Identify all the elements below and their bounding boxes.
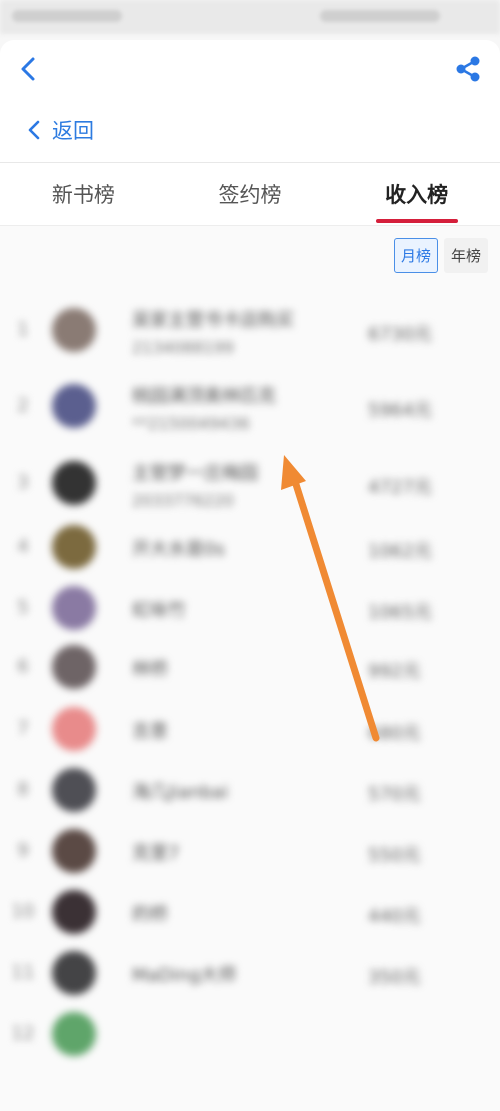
status-bar-right-blob xyxy=(320,10,440,22)
income-amount: 440元 xyxy=(368,906,421,927)
rank-number: 10 xyxy=(11,901,35,922)
page-content: 返回 新书榜 签约榜 收入榜 月榜 年榜 1 吴家主营书卡店购买 213408819… xyxy=(0,98,500,1111)
income-amount: 1065元 xyxy=(368,602,432,623)
ranking-row[interactable]: 4 开大水是0s 1062元 xyxy=(0,519,500,589)
ranking-row[interactable]: 7 吉意 680元 xyxy=(0,701,500,771)
income-amount: 5964元 xyxy=(368,400,432,421)
monthly-button[interactable]: 月榜 xyxy=(393,238,438,273)
rank-number: 12 xyxy=(11,1023,35,1044)
rank-number: 4 xyxy=(17,536,29,557)
tab-income[interactable]: 收入榜 xyxy=(333,163,500,225)
author-name: 桃园满顶奥林匹克 xyxy=(132,386,276,407)
author-name: 克里7 xyxy=(132,843,180,864)
rank-number: 3 xyxy=(17,472,29,493)
avatar[interactable] xyxy=(52,586,96,630)
period-selector: 月榜 年榜 xyxy=(393,238,488,273)
rank-number: 9 xyxy=(17,840,29,861)
author-name: 的桥 xyxy=(132,904,168,925)
income-amount: 6730元 xyxy=(368,324,432,345)
author-name: 主管梦一庄梅园 xyxy=(132,463,258,484)
ranking-row[interactable]: 3 主管梦一庄梅园 2033776220 4727元 xyxy=(0,441,500,511)
tab-signed[interactable]: 签约榜 xyxy=(167,163,334,225)
author-name: 开大水是0s xyxy=(132,539,225,560)
top-bar xyxy=(0,40,500,98)
avatar[interactable] xyxy=(52,829,96,873)
ranking-row[interactable]: 10 的桥 440元 xyxy=(0,884,500,954)
avatar[interactable] xyxy=(52,645,96,689)
ranking-row[interactable]: 8 海几Jianbai 570元 xyxy=(0,762,500,832)
back-link[interactable]: 返回 xyxy=(0,98,500,163)
income-amount: 680元 xyxy=(368,723,421,744)
author-name: MaDing大师 xyxy=(132,965,237,986)
rank-number: 6 xyxy=(17,656,29,677)
avatar[interactable] xyxy=(52,525,96,569)
author-id: **2150049436 xyxy=(132,414,250,433)
status-bar xyxy=(0,0,500,34)
avatar[interactable] xyxy=(52,1012,96,1056)
income-amount: 550元 xyxy=(368,845,421,866)
chevron-left-icon xyxy=(28,120,40,140)
avatar[interactable] xyxy=(52,768,96,812)
yearly-button[interactable]: 年榜 xyxy=(443,238,488,273)
rank-number: 7 xyxy=(17,718,29,739)
income-amount: 350元 xyxy=(368,967,421,988)
ranking-row[interactable]: 11 MaDing大师 350元 xyxy=(0,945,500,1015)
tab-new-books[interactable]: 新书榜 xyxy=(0,163,167,225)
avatar[interactable] xyxy=(52,308,96,352)
avatar[interactable] xyxy=(52,384,96,428)
rank-number: 5 xyxy=(17,597,29,618)
ranking-row[interactable]: 2 桃园满顶奥林匹克 **2150049436 5964元 xyxy=(0,364,500,434)
ranking-row[interactable]: 12 xyxy=(0,1006,500,1076)
rank-number: 2 xyxy=(17,395,29,416)
income-amount: 1062元 xyxy=(368,541,432,562)
author-name: 吴家主营书卡店购买 xyxy=(132,310,294,331)
avatar[interactable] xyxy=(52,707,96,751)
back-label: 返回 xyxy=(52,119,94,143)
rank-number: 8 xyxy=(17,779,29,800)
author-id: 2134088199 xyxy=(132,338,234,357)
income-amount: 570元 xyxy=(368,784,421,805)
chevron-left-icon[interactable] xyxy=(16,54,40,84)
ranking-tabs: 新书榜 签约榜 收入榜 xyxy=(0,163,500,226)
author-name: 虹咏竹 xyxy=(132,600,186,621)
ranking-row[interactable]: 1 吴家主营书卡店购买 2134088199 6730元 xyxy=(0,288,500,358)
income-amount: 4727元 xyxy=(368,477,432,498)
author-id: 2033776220 xyxy=(132,491,234,510)
ranking-row[interactable]: 9 克里7 550元 xyxy=(0,823,500,893)
rank-number: 11 xyxy=(11,962,35,983)
author-name: 吉意 xyxy=(132,721,168,742)
author-name: 林桥 xyxy=(132,659,168,680)
status-bar-left-blob xyxy=(12,10,122,22)
income-amount: 992元 xyxy=(368,661,421,682)
rank-number: 1 xyxy=(17,319,29,340)
avatar[interactable] xyxy=(52,890,96,934)
share-icon[interactable] xyxy=(454,55,482,83)
avatar[interactable] xyxy=(52,461,96,505)
avatar[interactable] xyxy=(52,951,96,995)
author-name: 海几Jianbai xyxy=(132,782,229,803)
ranking-row[interactable]: 6 林桥 992元 xyxy=(0,639,500,709)
